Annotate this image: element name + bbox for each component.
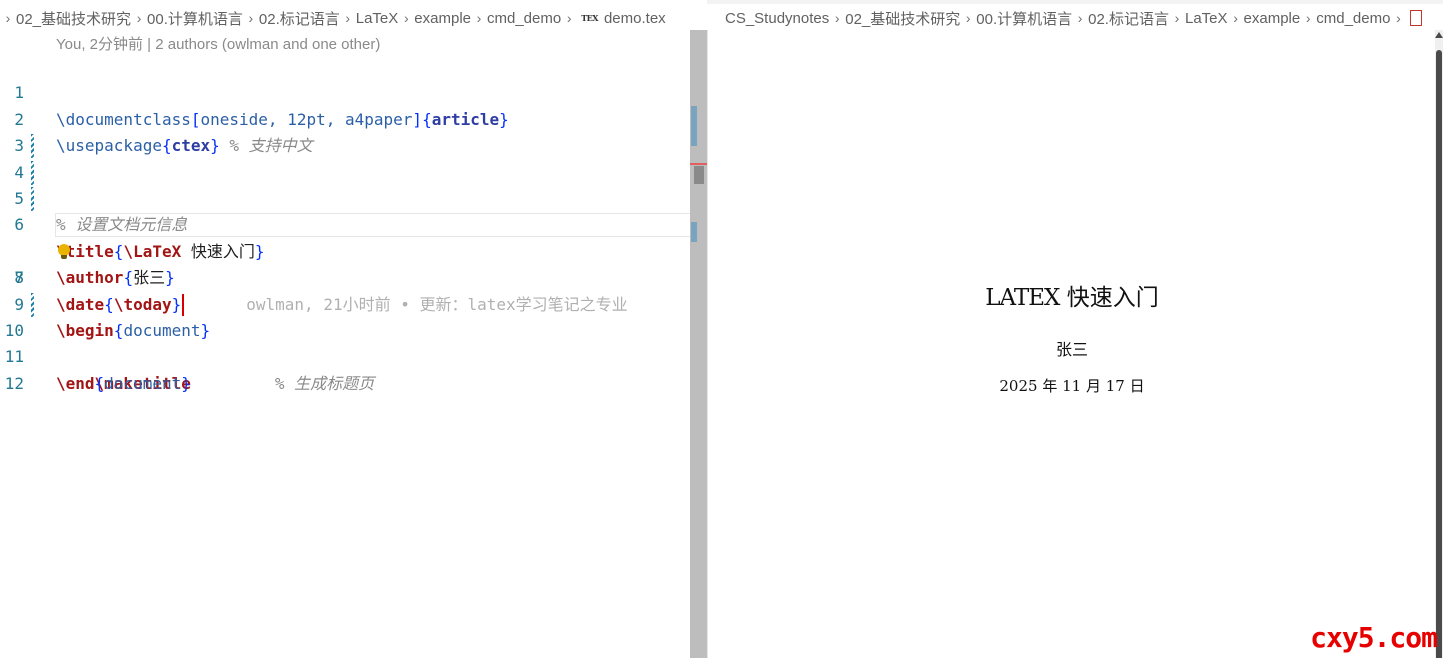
breadcrumb-item[interactable]: 02_基础技术研究 (16, 8, 131, 29)
chevron-right-icon: › (476, 10, 482, 26)
scrollbar-thumb[interactable] (694, 166, 704, 184)
tex-file-icon: TEX (581, 13, 598, 23)
code-line[interactable]: 11 \end{document} (0, 318, 690, 392)
lightbulb-icon[interactable] (58, 243, 70, 259)
code-editor[interactable]: › 02_基础技术研究 › 00.计算机语言 › 02.标记语言 › LaTeX… (0, 0, 690, 658)
scrollbar-change-marker (691, 222, 697, 242)
scrollbar-change-marker (691, 106, 697, 146)
code-line[interactable]: 9 \begin{document} (0, 265, 690, 340)
git-modified-marker[interactable] (31, 160, 34, 185)
pdf-file-icon (1410, 10, 1423, 26)
breadcrumb-item[interactable]: 00.计算机语言 (976, 8, 1072, 29)
breadcrumb-item[interactable]: 02.标记语言 (1088, 8, 1169, 29)
chevron-right-icon: › (5, 10, 11, 26)
code-line[interactable]: 6 \author{张三} (0, 186, 690, 287)
code-line[interactable]: 4 % 设置文档元信息 (0, 133, 690, 234)
current-line-highlight (55, 213, 690, 238)
scroll-up-icon[interactable] (1435, 32, 1443, 38)
app-window: › 02_基础技术研究 › 00.计算机语言 › 02.标记语言 › LaTeX… (0, 0, 1443, 658)
code-line[interactable]: 8 (0, 239, 690, 287)
breadcrumb-item[interactable]: 02_基础技术研究 (845, 8, 960, 29)
chevron-right-icon: › (248, 10, 254, 26)
chevron-right-icon: › (566, 10, 572, 26)
tab-strip (707, 0, 1443, 4)
breadcrumb: CS_Studynotes › 02_基础技术研究 › 00.计算机语言 › 0… (725, 5, 1423, 31)
chevron-right-icon: › (965, 10, 971, 26)
git-blame-codelens[interactable]: You, 2分钟前 | 2 authors (owlman and one ot… (56, 33, 380, 54)
code-line[interactable]: 1 \documentclass[oneside, 12pt, a4paper]… (0, 54, 690, 128)
chevron-right-icon: › (1174, 10, 1180, 26)
breadcrumb-item[interactable]: example (1244, 10, 1301, 27)
watermark: cxy5.com (1310, 621, 1438, 654)
chevron-right-icon: › (1305, 10, 1311, 26)
breadcrumb-item[interactable]: LaTeX (1185, 10, 1228, 27)
breadcrumb-item[interactable]: 02.标记语言 (259, 8, 340, 29)
scrollbar-cursor-marker (690, 163, 707, 165)
latex-comment: % 生成标题页 (274, 373, 375, 393)
document-author: 张三 (1055, 340, 1088, 359)
document-title: LATEX 快速入门 (708, 278, 1436, 312)
code-lines[interactable]: 1 \documentclass[oneside, 12pt, a4paper]… (0, 54, 690, 393)
splitter-top (690, 0, 707, 30)
chevron-right-icon: › (1396, 10, 1401, 26)
breadcrumb-item[interactable]: 00.计算机语言 (147, 8, 243, 29)
code-line[interactable]: 3 (0, 107, 690, 155)
git-modified-marker[interactable] (31, 134, 34, 159)
document-date: 2025 年 11 月 17 日 (999, 377, 1145, 395)
document-title-text: 快速入门 (1066, 285, 1159, 311)
breadcrumb: › 02_基础技术研究 › 00.计算机语言 › 02.标记语言 › LaTeX… (0, 5, 666, 31)
breadcrumb-file[interactable]: demo.tex (604, 10, 666, 27)
code-line-current[interactable]: 7 \date{\today} owlman, 21小时前 • 更新：latex学… (0, 212, 690, 317)
code-line[interactable]: 2 \usepackage{ctex} % 支持中文 (0, 80, 690, 155)
pdf-scrollbar[interactable] (1435, 30, 1443, 658)
breadcrumb-item[interactable]: cmd_demo (487, 10, 561, 27)
chevron-right-icon: › (834, 10, 840, 26)
chevron-right-icon: › (345, 10, 351, 26)
chevron-right-icon: › (1233, 10, 1238, 26)
pdf-preview[interactable]: CS_Studynotes › 02_基础技术研究 › 00.计算机语言 › 0… (707, 0, 1443, 658)
pdf-page[interactable]: LATEX 快速入门 张三 2025 年 11 月 17 日 (707, 30, 1436, 658)
breadcrumb-item[interactable]: CS_Studynotes (725, 10, 829, 27)
git-modified-marker[interactable] (31, 292, 34, 317)
breadcrumb-item[interactable]: LaTeX (356, 10, 399, 27)
code-line[interactable]: 12 (0, 344, 690, 393)
chevron-right-icon: › (1077, 10, 1083, 26)
breadcrumb-item[interactable]: cmd_demo (1316, 10, 1390, 27)
pdf-scrollbar-thumb[interactable] (1436, 50, 1442, 658)
line-number: 12 (4, 373, 24, 393)
bracket: } (181, 373, 191, 393)
bracket: { (94, 373, 105, 393)
latex-logo: LATEX (985, 285, 1060, 311)
chevron-right-icon: › (403, 10, 409, 26)
git-modified-marker[interactable] (31, 186, 34, 211)
latex-argument: document (104, 373, 182, 393)
chevron-right-icon: › (136, 10, 142, 26)
code-line[interactable]: 5 \title{\LaTeX 快速入门} (0, 160, 690, 261)
breadcrumb-item[interactable]: example (414, 10, 471, 27)
code-line[interactable]: 10 \maketitle% 生成标题页 (0, 292, 690, 393)
